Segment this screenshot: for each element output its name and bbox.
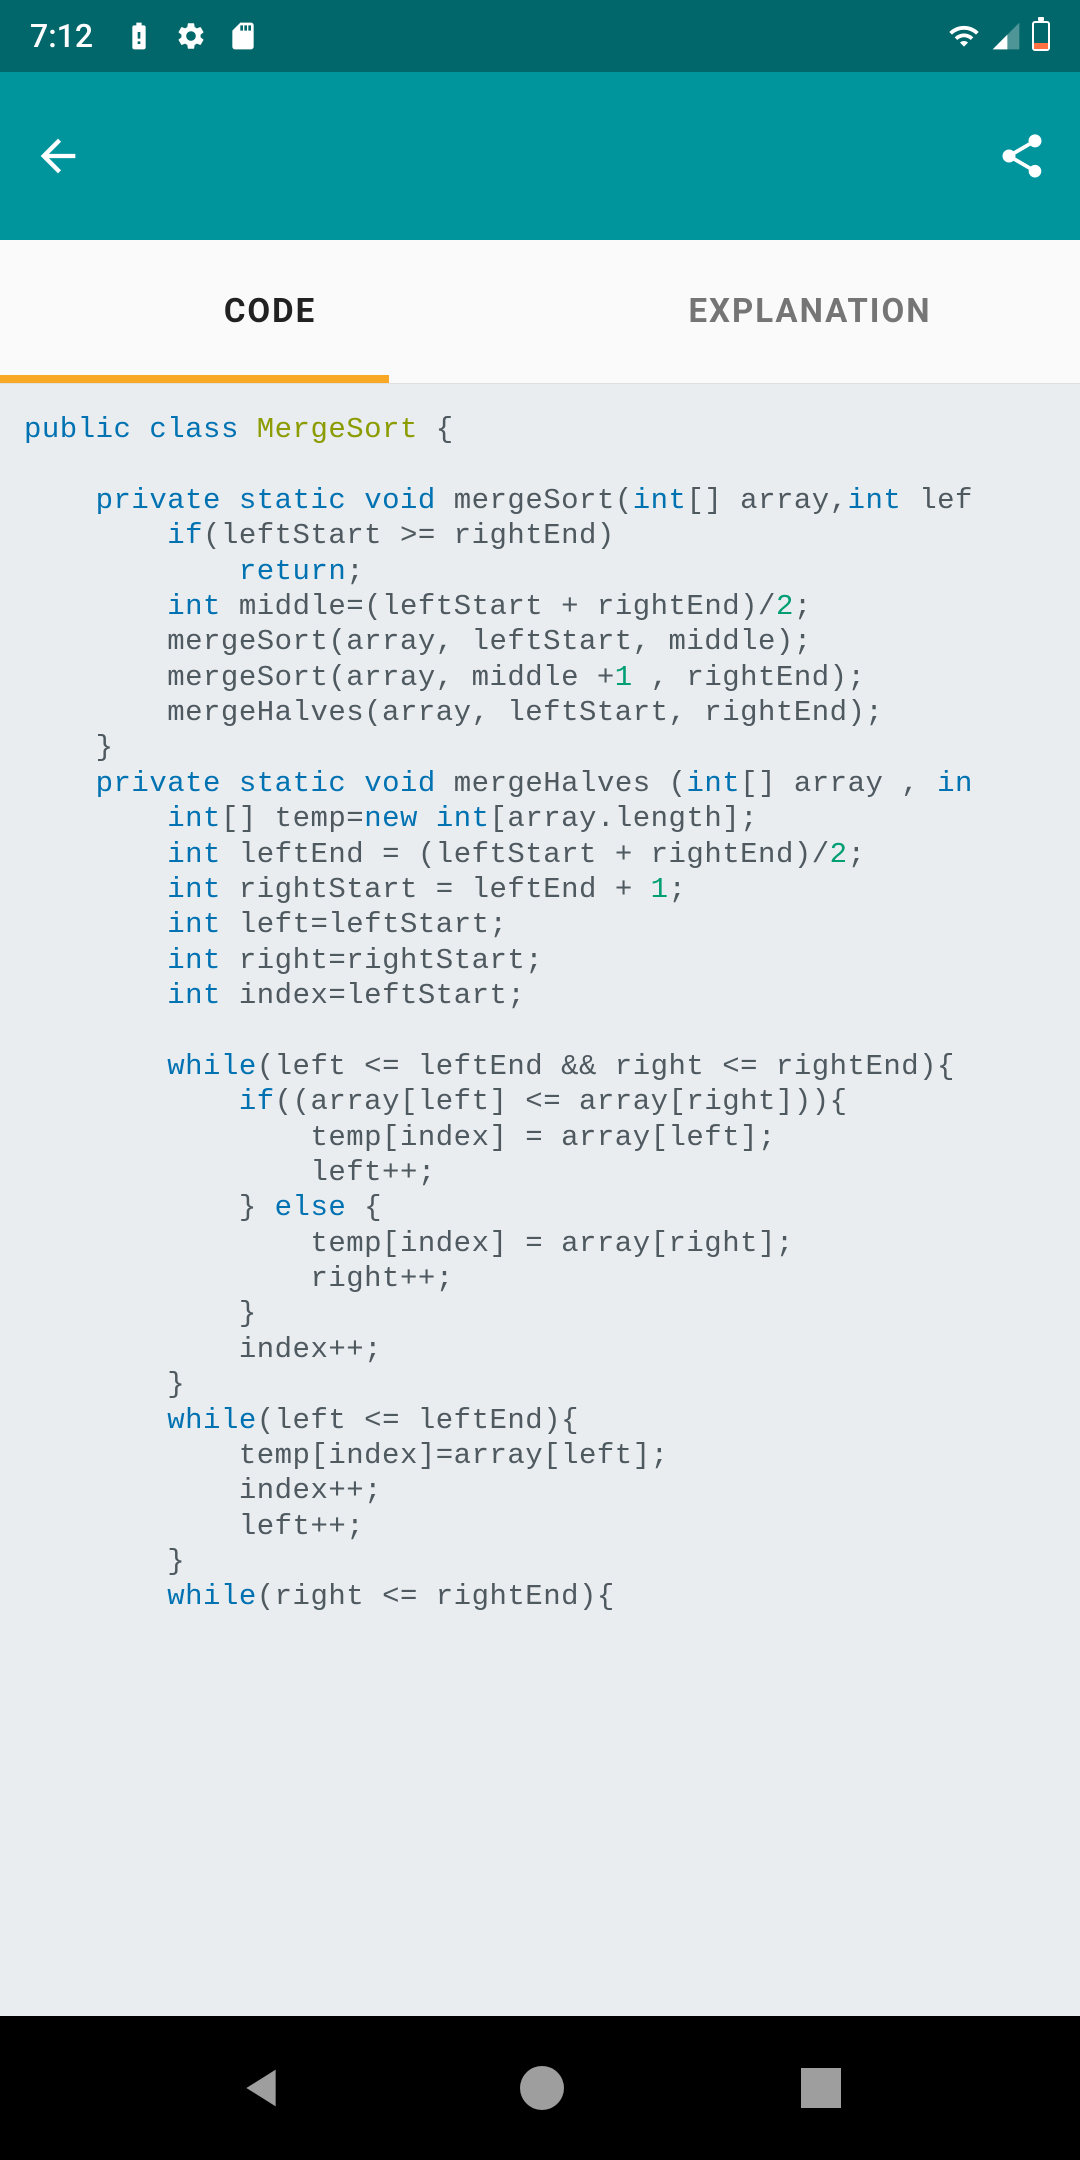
wifi-icon [948, 20, 980, 52]
tabs: CODE EXPLANATION [0, 240, 1080, 384]
code-content: public class MergeSort { private static … [24, 412, 1056, 1615]
nav-home-icon[interactable] [520, 2066, 564, 2110]
app-bar [0, 72, 1080, 240]
nav-back-icon[interactable] [239, 2066, 283, 2110]
battery-alert-icon [123, 20, 155, 52]
battery-icon [1032, 21, 1050, 51]
status-right [948, 20, 1050, 52]
tab-explanation[interactable]: EXPLANATION [540, 240, 1080, 383]
tab-code[interactable]: CODE [0, 240, 540, 383]
code-container[interactable]: public class MergeSort { private static … [0, 384, 1080, 2016]
status-bar: 7:12 [0, 0, 1080, 72]
status-time: 7:12 [30, 17, 93, 55]
gear-icon [175, 20, 207, 52]
back-arrow-icon[interactable] [32, 130, 84, 182]
nav-bar [0, 2016, 1080, 2160]
tab-explanation-label: EXPLANATION [688, 292, 931, 331]
sd-card-icon [227, 20, 259, 52]
status-left: 7:12 [30, 17, 259, 55]
signal-icon [990, 20, 1022, 52]
tab-code-label: CODE [224, 292, 316, 331]
share-icon[interactable] [996, 130, 1048, 182]
nav-recent-icon[interactable] [801, 2068, 841, 2108]
